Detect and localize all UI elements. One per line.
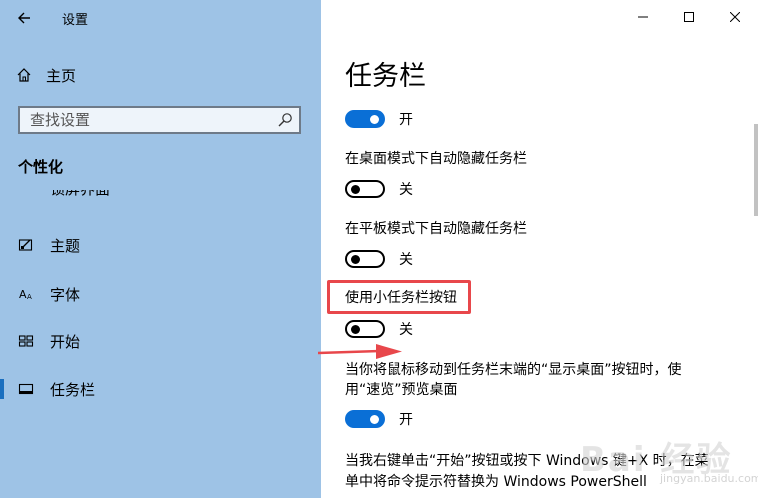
scrollbar[interactable] [754, 124, 758, 216]
sidebar-item-start[interactable]: 开始 [0, 323, 321, 359]
toggle-knob [351, 255, 360, 264]
font-icon: A A [16, 284, 36, 304]
sidebar-item-home[interactable]: 主页 [16, 62, 76, 88]
main-content: 任务栏 开 在桌面模式下自动隐藏任务栏 关 在平板模式下自动隐藏任务栏 关 使用… [321, 0, 758, 498]
toggle-switch[interactable] [345, 110, 385, 128]
sidebar-item-label: 开始 [50, 332, 81, 351]
section-title: 个性化 [18, 158, 64, 176]
window-controls [620, 0, 758, 34]
theme-icon [16, 235, 36, 255]
taskbar-icon [16, 379, 36, 399]
maximize-button[interactable] [666, 0, 712, 34]
toggle-switch[interactable] [345, 250, 385, 268]
watermark-sub: jingyan.baidu.com [660, 472, 758, 485]
toggle-switch[interactable] [345, 410, 385, 428]
sidebar-item-taskbar[interactable]: 任务栏 [0, 371, 321, 407]
search-input[interactable] [20, 108, 280, 132]
toggle-switch[interactable] [345, 320, 385, 338]
start-icon [16, 331, 36, 351]
svg-text:A: A [27, 293, 32, 301]
sidebar-item-lockscreen[interactable]: 锁屏界面 [16, 190, 216, 204]
home-icon [17, 68, 31, 82]
toggle-knob [370, 415, 379, 424]
toggle-knob [351, 185, 360, 194]
close-button[interactable] [712, 0, 758, 34]
sidebar: 设置 主页 个性化 锁屏界面 主题 A [0, 0, 321, 498]
close-icon [730, 12, 740, 22]
toggle-state-label: 关 [399, 322, 413, 338]
svg-text:A: A [19, 288, 27, 301]
setting-label: 使用小任务栏按钮 [345, 290, 457, 306]
minimize-icon [638, 16, 648, 18]
annotation-arrow-icon [318, 344, 402, 359]
sidebar-item-theme[interactable]: 主题 [0, 227, 321, 263]
sidebar-item-font[interactable]: A A 字体 [0, 276, 321, 312]
page-title: 任务栏 [345, 61, 426, 92]
sidebar-item-label: 主题 [50, 236, 81, 255]
setting-label-line2: 用“速览”预览桌面 [345, 382, 458, 398]
title-bar-left: 设置 [0, 0, 321, 36]
maximize-icon [684, 12, 694, 22]
toggle-state-label: 关 [399, 182, 413, 198]
search-icon[interactable] [277, 112, 293, 128]
toggle-knob [351, 325, 360, 334]
setting-toggle-row: 关 [345, 318, 413, 340]
minimize-button[interactable] [620, 0, 666, 34]
search-box[interactable] [18, 106, 301, 134]
toggle-state-label: 关 [399, 252, 413, 268]
app-title: 设置 [62, 13, 89, 28]
setting-label-line1: 当你将鼠标移动到任务栏末端的“显示桌面”按钮时，使 [345, 362, 682, 378]
toggle-knob [370, 115, 379, 124]
setting-toggle-row: 关 [345, 248, 413, 270]
setting-toggle-row: 开 [345, 108, 413, 130]
sidebar-item-label: 主页 [46, 66, 77, 85]
setting-toggle-row: 开 [345, 408, 413, 430]
back-arrow-icon [18, 12, 30, 24]
setting-label: 在平板模式下自动隐藏任务栏 [345, 221, 527, 237]
toggle-state-label: 开 [399, 412, 413, 428]
toggle-switch[interactable] [345, 180, 385, 198]
setting-label: 在桌面模式下自动隐藏任务栏 [345, 151, 527, 167]
setting-toggle-row: 关 [345, 178, 413, 200]
sidebar-item-label: 锁屏界面 [50, 190, 110, 199]
toggle-state-label: 开 [399, 112, 413, 128]
sidebar-item-label: 字体 [50, 285, 81, 304]
sidebar-item-label: 任务栏 [50, 380, 96, 399]
back-button[interactable] [12, 6, 36, 30]
